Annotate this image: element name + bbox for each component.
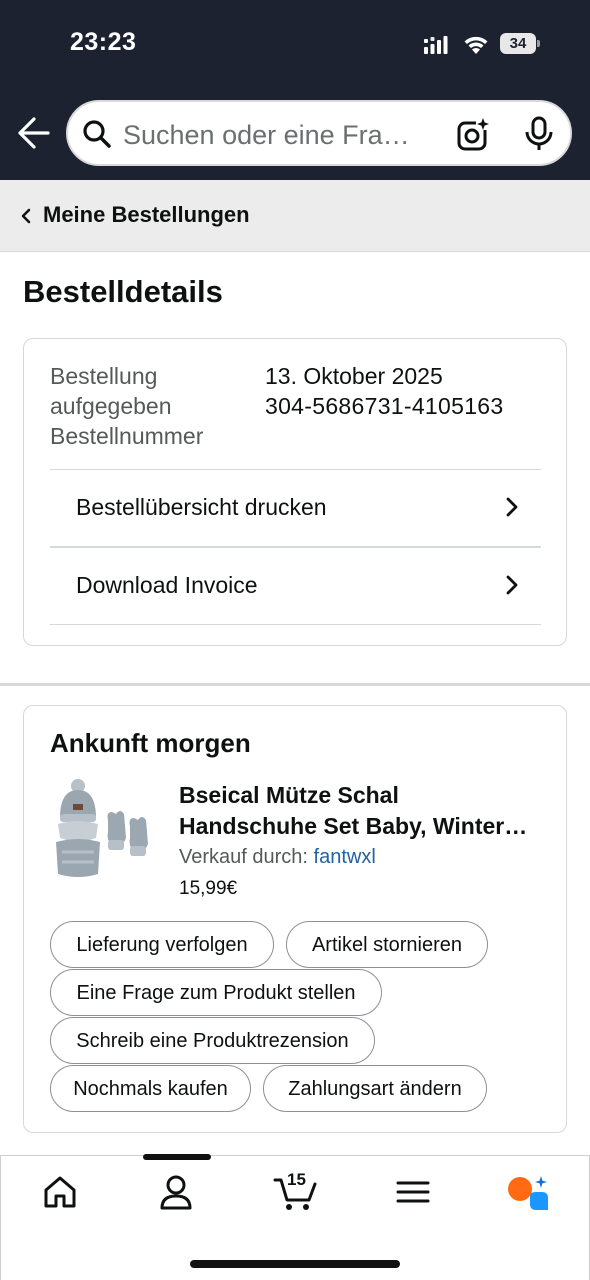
- print-summary-link[interactable]: Bestellübersicht drucken: [50, 470, 541, 546]
- cart-count-badge: 15: [287, 1170, 306, 1189]
- seller-link[interactable]: fantwxl: [314, 846, 376, 868]
- search-bar[interactable]: [66, 100, 572, 166]
- print-summary-label: Bestellübersicht drucken: [76, 494, 327, 520]
- battery-level: 34: [509, 35, 527, 52]
- account-icon[interactable]: [156, 1172, 196, 1212]
- change-payment-button[interactable]: Zahlungsart ändern: [263, 1065, 487, 1112]
- track-package-button[interactable]: Lieferung verfolgen: [50, 921, 274, 968]
- search-input[interactable]: [123, 118, 443, 152]
- chevron-left-icon: [21, 208, 31, 224]
- order-placed-value: 13. Oktober 2025: [265, 363, 443, 389]
- product-title[interactable]: Bseical Mütze Schal Handschuhe Set Baby,…: [179, 780, 549, 842]
- wifi-icon: [464, 36, 488, 54]
- download-invoice-label: Download Invoice: [76, 572, 258, 598]
- chevron-right-icon: [506, 575, 518, 595]
- battery-nub: [537, 40, 540, 47]
- write-review-button[interactable]: Schreib eine Produktrezension: [50, 1017, 375, 1064]
- home-icon[interactable]: [40, 1172, 80, 1212]
- breadcrumb-label[interactable]: Meine Bestellungen: [43, 202, 250, 228]
- chevron-right-icon: [506, 497, 518, 517]
- rufus-assistant-icon[interactable]: [506, 1172, 550, 1212]
- microphone-icon[interactable]: [524, 116, 554, 152]
- page-title: Bestelldetails: [23, 274, 223, 309]
- order-placed-label: Bestellung aufgegeben: [50, 363, 172, 419]
- camera-lens-icon[interactable]: [456, 116, 492, 152]
- delivery-status-title: Ankunft morgen: [50, 728, 251, 758]
- back-arrow-icon[interactable]: [16, 115, 50, 151]
- cellular-signal-icon: [424, 36, 448, 54]
- cancel-item-button[interactable]: Artikel stornieren: [286, 921, 488, 968]
- product-title-line: Bseical Mütze Schal: [179, 782, 399, 808]
- shipment-card: Ankunft morgen Bseical Mütze Schal Hands…: [23, 705, 567, 1133]
- seller-prefix: Verkauf durch:: [179, 846, 308, 868]
- battery-indicator: 34: [500, 33, 540, 54]
- order-info-card: Bestellung aufgegeben 13. Oktober 2025 B…: [23, 338, 567, 646]
- seller-info: Verkauf durch: fantwxl: [179, 846, 376, 869]
- status-time: 23:23: [70, 28, 137, 56]
- buy-again-button[interactable]: Nochmals kaufen: [50, 1065, 251, 1112]
- section-divider: [0, 683, 590, 686]
- home-indicator[interactable]: [190, 1260, 400, 1268]
- order-number-label: Bestellnummer: [50, 423, 204, 449]
- download-invoice-link[interactable]: Download Invoice: [50, 548, 541, 624]
- product-title-line: Handschuhe Set Baby, Winter…: [179, 813, 528, 839]
- menu-icon[interactable]: [393, 1172, 433, 1212]
- ask-product-question-button[interactable]: Eine Frage zum Produkt stellen: [50, 969, 382, 1016]
- app-header: 23:23 34: [0, 0, 590, 180]
- product-price: 15,99€: [179, 878, 238, 899]
- breadcrumb[interactable]: Meine Bestellungen: [0, 180, 590, 252]
- product-image[interactable]: [50, 778, 154, 882]
- active-tab-indicator: [143, 1154, 211, 1160]
- search-icon: [83, 120, 111, 148]
- order-number-value: 304-5686731-4105163: [265, 393, 504, 419]
- divider: [50, 624, 541, 625]
